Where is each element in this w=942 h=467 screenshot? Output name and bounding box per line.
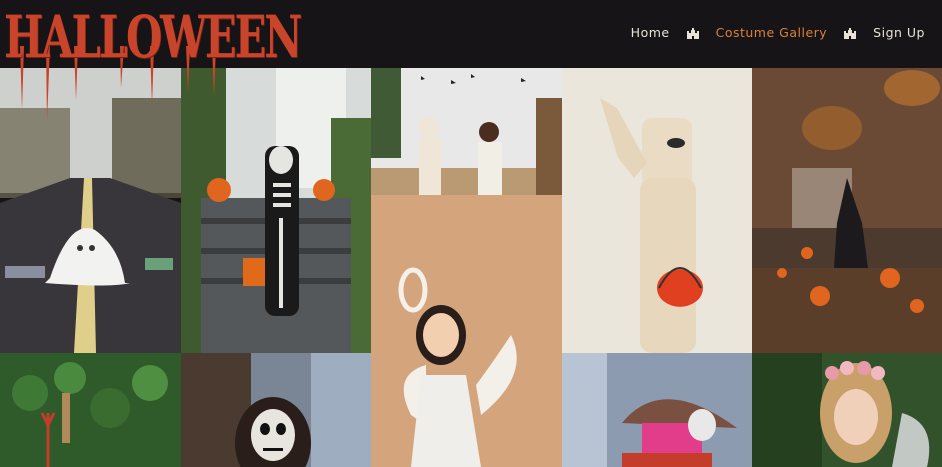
photo-angel-costume[interactable]: [371, 195, 562, 467]
photo-flower-crown-girl[interactable]: [752, 353, 942, 467]
nav-home-link[interactable]: Home: [631, 25, 670, 40]
photo-mummy-costume[interactable]: [562, 68, 752, 353]
nav-costume-gallery-link[interactable]: Costume Gallery: [716, 25, 828, 40]
photo-garden-decor[interactable]: [0, 353, 181, 467]
nav-sign-up-link[interactable]: Sign Up: [873, 25, 925, 40]
photo-skull-facepaint[interactable]: [181, 353, 371, 467]
main-nav: Home Costume Gallery Sign Up: [631, 25, 925, 40]
photo-mummy-kids[interactable]: [371, 68, 562, 195]
castle-icon: [843, 26, 857, 40]
site-logo[interactable]: HALLOWEEN: [4, 8, 302, 66]
photo-witch-costume[interactable]: [752, 68, 942, 353]
castle-icon: [686, 26, 700, 40]
photo-clown-costume[interactable]: [562, 353, 752, 467]
